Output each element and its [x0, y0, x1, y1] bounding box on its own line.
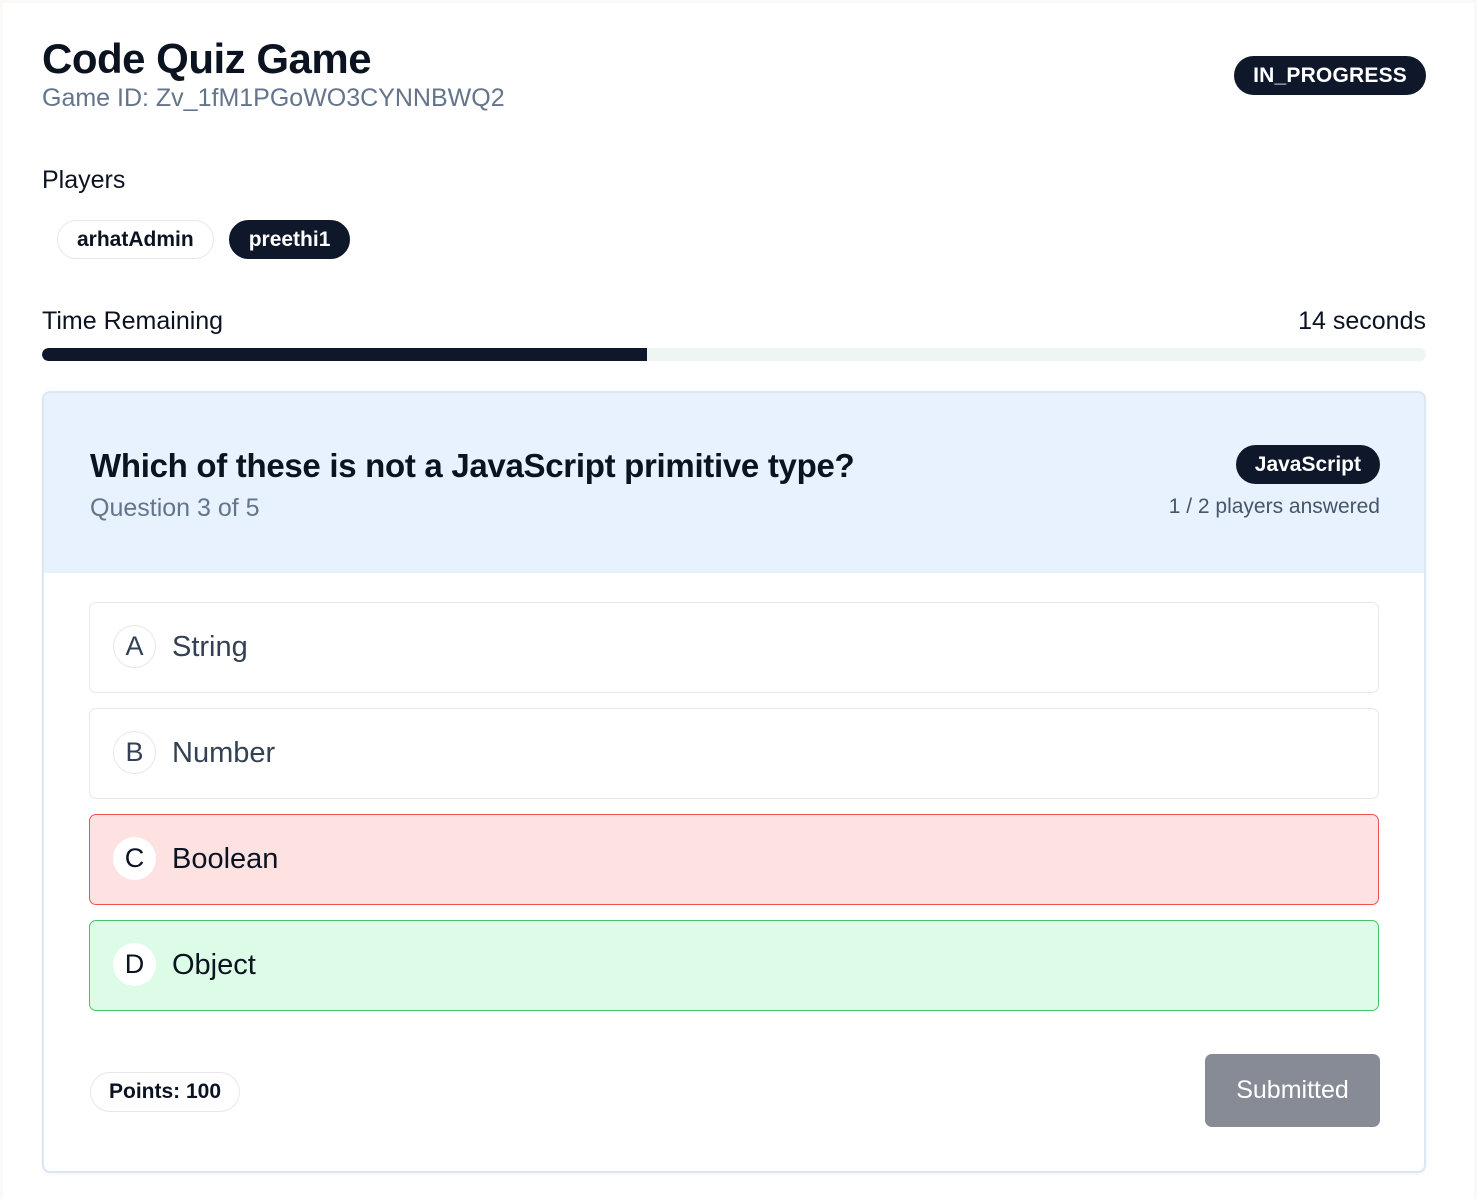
submit-button[interactable]: Submitted	[1205, 1054, 1380, 1127]
player-chip-arhatadmin: arhatAdmin	[57, 220, 214, 259]
question-card: Which of these is not a JavaScript primi…	[42, 391, 1426, 1173]
category-badge: JavaScript	[1235, 445, 1380, 484]
players-label: Players	[42, 166, 126, 194]
quiz-page: Code Quiz Game Game ID: Zv_1fM1PGoWO3CYN…	[3, 3, 1474, 1199]
question-progress: Question 3 of 5	[90, 494, 260, 522]
page-title: Code Quiz Game	[42, 35, 372, 82]
option-b[interactable]: B Number	[89, 708, 1379, 799]
timer-progress-fill	[42, 348, 647, 361]
status-badge: IN_PROGRESS	[1234, 56, 1426, 95]
game-id: Game ID: Zv_1fM1PGoWO3CYNNBWQ2	[42, 84, 505, 112]
timer-value: 14 seconds	[1298, 307, 1426, 335]
answer-options: A String B Number C Boolean D Object	[89, 602, 1379, 1026]
timer-progress-bar	[42, 348, 1426, 361]
option-letter: C	[113, 837, 156, 880]
option-letter: B	[113, 731, 156, 774]
option-letter: A	[113, 625, 156, 668]
option-d[interactable]: D Object	[89, 920, 1379, 1011]
option-label: String	[172, 631, 248, 663]
question-text: Which of these is not a JavaScript primi…	[90, 447, 855, 484]
option-label: Boolean	[172, 843, 279, 875]
option-label: Object	[172, 949, 256, 981]
timer-label: Time Remaining	[42, 307, 224, 335]
answered-count: 1 / 2 players answered	[1168, 495, 1380, 518]
option-c[interactable]: C Boolean	[89, 814, 1379, 905]
players-list: arhatAdmin preethi1	[57, 220, 351, 259]
option-label: Number	[172, 737, 276, 769]
player-chip-preethi1: preethi1	[228, 220, 351, 259]
option-letter: D	[113, 943, 156, 986]
question-header: Which of these is not a JavaScript primi…	[44, 393, 1424, 573]
option-a[interactable]: A String	[89, 602, 1379, 693]
points-badge: Points: 100	[90, 1072, 241, 1112]
